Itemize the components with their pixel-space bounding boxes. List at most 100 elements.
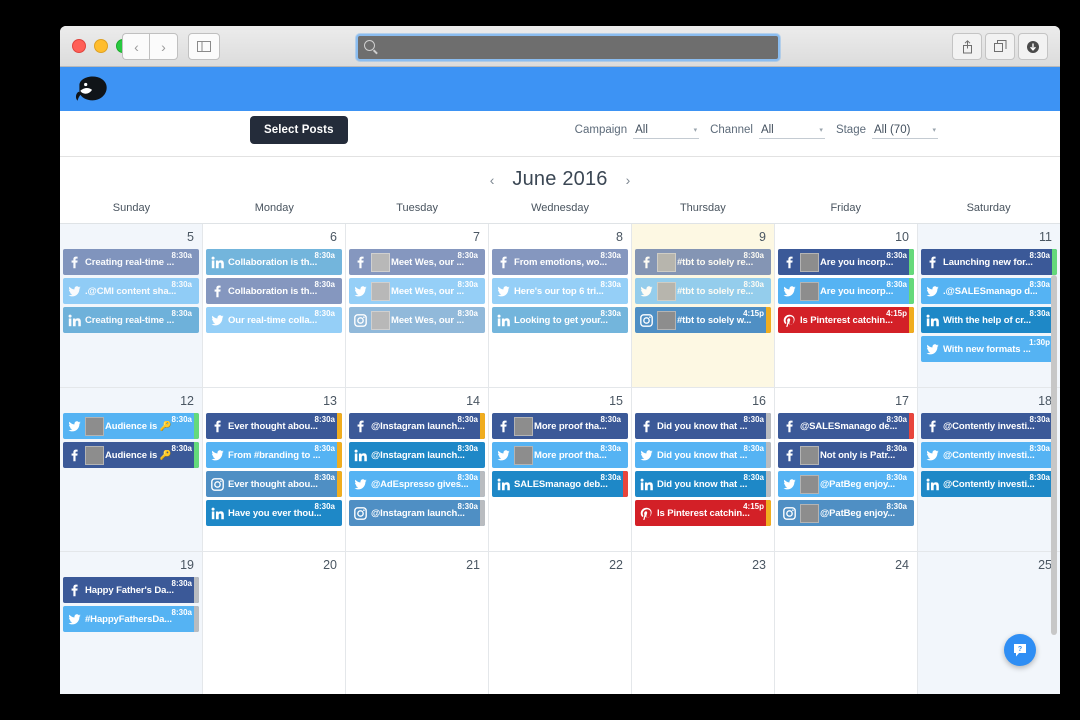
calendar-post-item[interactable]: Are you incorp... 8:30a [778,278,914,304]
calendar-post-item[interactable]: More proof tha... 8:30a [492,442,628,468]
forward-button[interactable]: › [149,33,178,60]
calendar-post-item[interactable]: #tbt to solely re... 8:30a [635,278,771,304]
calendar-post-item[interactable]: Ever thought abou... 8:30a [206,471,342,497]
calendar-day-cell-21[interactable]: 21 [346,552,489,694]
post-stage-indicator [909,307,914,333]
calendar-post-item[interactable]: Looking to get your... 8:30a [492,307,628,333]
calendar-post-item[interactable]: Did you know that ... 8:30a [635,442,771,468]
calendar-post-item[interactable]: Happy Father's Da... 8:30a [63,577,199,603]
calendar-post-item[interactable]: From #branding to ... 8:30a [206,442,342,468]
calendar-post-item[interactable]: .@CMI content sha... 8:30a [63,278,199,304]
calendar-day-cell-13[interactable]: 13 Ever thought abou... 8:30a From #brandin… [203,388,346,551]
calendar-scrollbar[interactable] [1051,275,1057,635]
address-bar[interactable] [356,34,780,61]
prev-month-button[interactable]: ‹ [490,172,495,188]
help-chat-button[interactable]: ? [1004,634,1036,666]
calendar-post-item[interactable]: Not only is Patr... 8:30a [778,442,914,468]
next-month-button[interactable]: › [626,172,631,188]
calendar-post-item[interactable]: Launching new for... 8:30a [921,249,1057,275]
linkedin-icon [492,478,514,491]
calendar-post-item[interactable]: Our real-time colla... 8:30a [206,307,342,333]
tabs-button[interactable] [985,33,1015,60]
facebook-icon [63,256,85,269]
calendar-day-cell-18[interactable]: 18 @Contently investi... 8:30a @Contently i… [918,388,1060,551]
calendar-post-item[interactable]: Did you know that ... 8:30a [635,471,771,497]
calendar-post-item[interactable]: @SALESmanago de... 8:30a [778,413,914,439]
calendar-post-item[interactable]: Creating real-time ... 8:30a [63,307,199,333]
calendar-day-cell-14[interactable]: 14 @Instagram launch... 8:30a @Instagram la… [346,388,489,551]
twitter-icon [635,285,657,298]
day-number: 15 [609,394,623,408]
facebook-icon [921,420,943,433]
calendar-day-cell-20[interactable]: 20 [203,552,346,694]
back-button[interactable]: ‹ [122,33,150,60]
select-posts-button[interactable]: Select Posts [250,116,348,144]
calendar-post-item[interactable]: SALESmanago deb... 8:30a [492,471,628,497]
downloads-button[interactable] [1018,33,1048,60]
calendar-post-item[interactable]: With the help of cr... 8:30a [921,307,1057,333]
day-number: 19 [180,558,194,572]
calendar-post-item[interactable]: Have you ever thou... 8:30a [206,500,342,526]
calendar-post-item[interactable]: Meet Wes, our ... 8:30a [349,249,485,275]
calendar-day-cell-11[interactable]: 11 Launching new for... 8:30a .@SALESmanago… [918,224,1060,387]
calendar-post-item[interactable]: Meet Wes, our ... 8:30a [349,307,485,333]
facebook-icon [778,420,800,433]
calendar-post-item[interactable]: Ever thought abou... 8:30a [206,413,342,439]
calendar-post-item[interactable]: Creating real-time ... 8:30a [63,249,199,275]
calendar-post-item[interactable]: #tbt to solely re... 8:30a [635,249,771,275]
calendar-post-item[interactable]: Are you incorp... 8:30a [778,249,914,275]
calendar-day-cell-25[interactable]: 25 [918,552,1060,694]
calendar-post-item[interactable]: @Contently investi... 8:30a [921,413,1057,439]
calendar-post-item[interactable]: @PatBeg enjoy... 8:30a [778,471,914,497]
sidebar-toggle-button[interactable] [188,33,220,60]
calendar-post-item[interactable]: Here's our top 6 tri... 8:30a [492,278,628,304]
facebook-icon [63,449,85,462]
minimize-window-button[interactable] [94,39,108,53]
calendar-day-cell-8[interactable]: 8 From emotions, wo... 8:30a Here's our top… [489,224,632,387]
calendar-day-cell-10[interactable]: 10 Are you incorp... 8:30a Are you incorp..… [775,224,918,387]
close-window-button[interactable] [72,39,86,53]
whale-logo[interactable] [74,72,110,106]
calendar-post-item[interactable]: Audience is 🔑 8:30a [63,413,199,439]
calendar-day-cell-17[interactable]: 17 @SALESmanago de... 8:30a Not only is Pat… [775,388,918,551]
calendar-post-item[interactable]: #tbt to solely w... 4:15p [635,307,771,333]
filter-stage-select[interactable]: All (70) ▾ [872,124,938,139]
calendar-day-cell-23[interactable]: 23 [632,552,775,694]
calendar-post-item[interactable]: .@SALESmanago d... 8:30a [921,278,1057,304]
calendar-post-item[interactable]: @Instagram launch... 8:30a [349,413,485,439]
filter-campaign-select[interactable]: All ▾ [633,124,700,139]
calendar-post-item[interactable]: @Instagram launch... 8:30a [349,442,485,468]
share-button[interactable] [952,33,982,60]
calendar-post-item[interactable]: Collaboration is th... 8:30a [206,278,342,304]
calendar-day-cell-15[interactable]: 15 More proof tha... 8:30a More proof tha..… [489,388,632,551]
filter-channel-select[interactable]: All ▾ [758,124,825,139]
calendar-day-cell-9[interactable]: 9 #tbt to solely re... 8:30a #tbt to solely… [632,224,775,387]
facebook-icon [778,449,800,462]
calendar-day-cell-7[interactable]: 7 Meet Wes, our ... 8:30a Meet Wes, our ...… [346,224,489,387]
post-time: 8:30a [886,473,907,482]
twitter-icon [778,478,800,491]
calendar-post-item[interactable]: Is Pinterest catchin... 4:15p [635,500,771,526]
calendar-day-cell-24[interactable]: 24 [775,552,918,694]
calendar-post-item[interactable]: More proof tha... 8:30a [492,413,628,439]
calendar-post-item[interactable]: @AdEspresso gives... 8:30a [349,471,485,497]
calendar-day-cell-19[interactable]: 19 Happy Father's Da... 8:30a #HappyFathers… [60,552,203,694]
calendar-day-cell-5[interactable]: 5 Creating real-time ... 8:30a .@CMI conten… [60,224,203,387]
calendar-day-cell-16[interactable]: 16 Did you know that ... 8:30a Did you know… [632,388,775,551]
calendar-post-item[interactable]: With new formats ... 1:30p [921,336,1057,362]
calendar-post-item[interactable]: Meet Wes, our ... 8:30a [349,278,485,304]
calendar-day-cell-22[interactable]: 22 [489,552,632,694]
calendar-post-item[interactable]: #HappyFathersDa... 8:30a [63,606,199,632]
calendar-post-item[interactable]: @Instagram launch... 8:30a [349,500,485,526]
calendar-day-cell-12[interactable]: 12 Audience is 🔑 8:30a Audience is 🔑 8:30a [60,388,203,551]
calendar-post-item[interactable]: From emotions, wo... 8:30a [492,249,628,275]
calendar-post-item[interactable]: Collaboration is th... 8:30a [206,249,342,275]
calendar-post-item[interactable]: @Contently investi... 8:30a [921,442,1057,468]
calendar-post-item[interactable]: Did you know that ... 8:30a [635,413,771,439]
calendar-post-item[interactable]: Audience is 🔑 8:30a [63,442,199,468]
calendar-post-item[interactable]: Is Pinterest catchin... 4:15p [778,307,914,333]
calendar-day-cell-6[interactable]: 6 Collaboration is th... 8:30a Collaboratio… [203,224,346,387]
calendar-post-item[interactable]: @Contently investi... 8:30a [921,471,1057,497]
calendar-post-item[interactable]: @PatBeg enjoy... 8:30a [778,500,914,526]
post-stage-indicator [766,442,771,468]
